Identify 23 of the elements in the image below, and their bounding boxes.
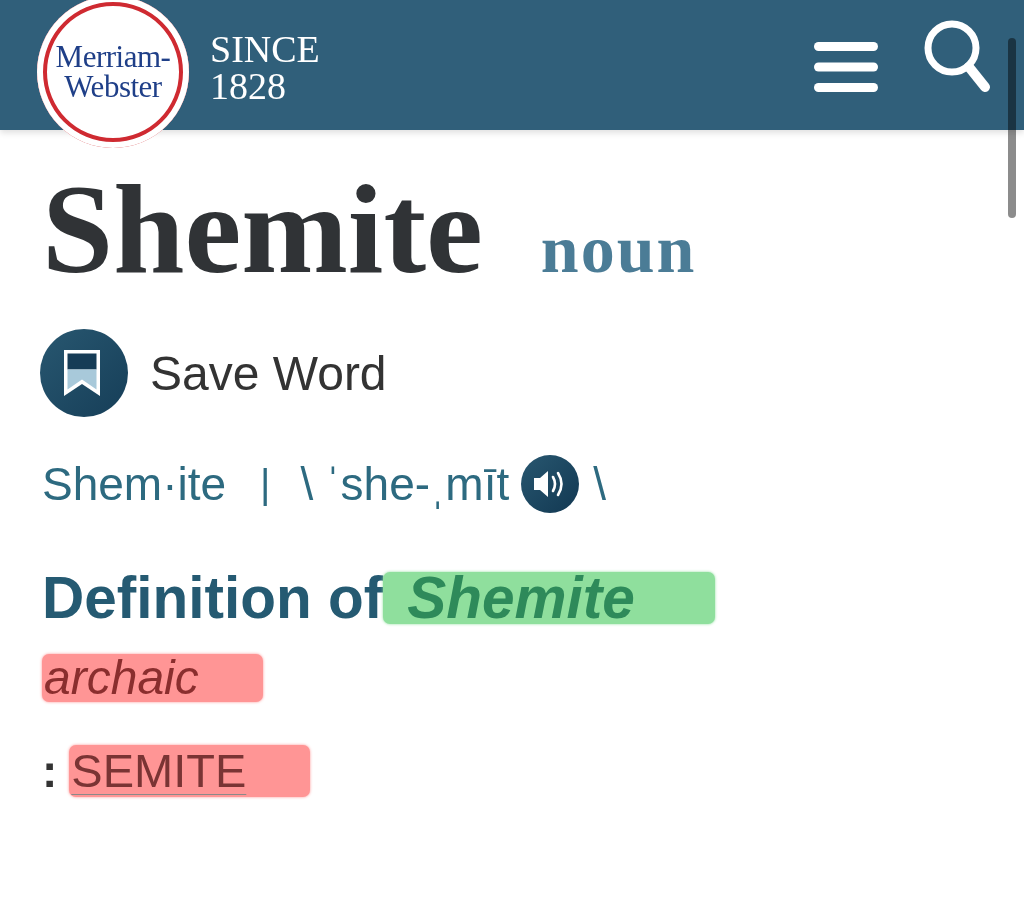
usage-label: archaic [42,654,263,702]
menu-icon[interactable] [814,42,878,92]
cross-reference-link[interactable]: SEMITE [69,745,311,797]
highlighted-headword: Shemite [383,572,715,624]
definition-colon: : [42,744,58,798]
pronunciation: ˈshe-ˌmīt [325,457,510,511]
logo-text: Merriam- [55,42,171,72]
separator: | [260,461,271,507]
syllabification: Shem·ite [42,457,227,511]
part-of-speech: noun [540,210,697,289]
search-icon[interactable] [922,18,992,94]
speaker-icon[interactable] [521,455,580,513]
pronunciation-delimiter: \ [593,457,607,511]
save-word-button[interactable]: Save Word [42,329,387,417]
definition-heading: Definition of [42,566,384,630]
tagline-text: 1828 [210,68,287,105]
tagline-text: SINCE [210,31,320,68]
bookmark-icon [40,329,128,417]
logo-text: Webster [64,72,162,102]
headword: Shemite [42,165,483,293]
logo-badge[interactable]: Merriam- Webster [37,0,189,148]
scrollbar[interactable] [1008,38,1016,218]
pronunciation-delimiter: \ [300,457,314,511]
